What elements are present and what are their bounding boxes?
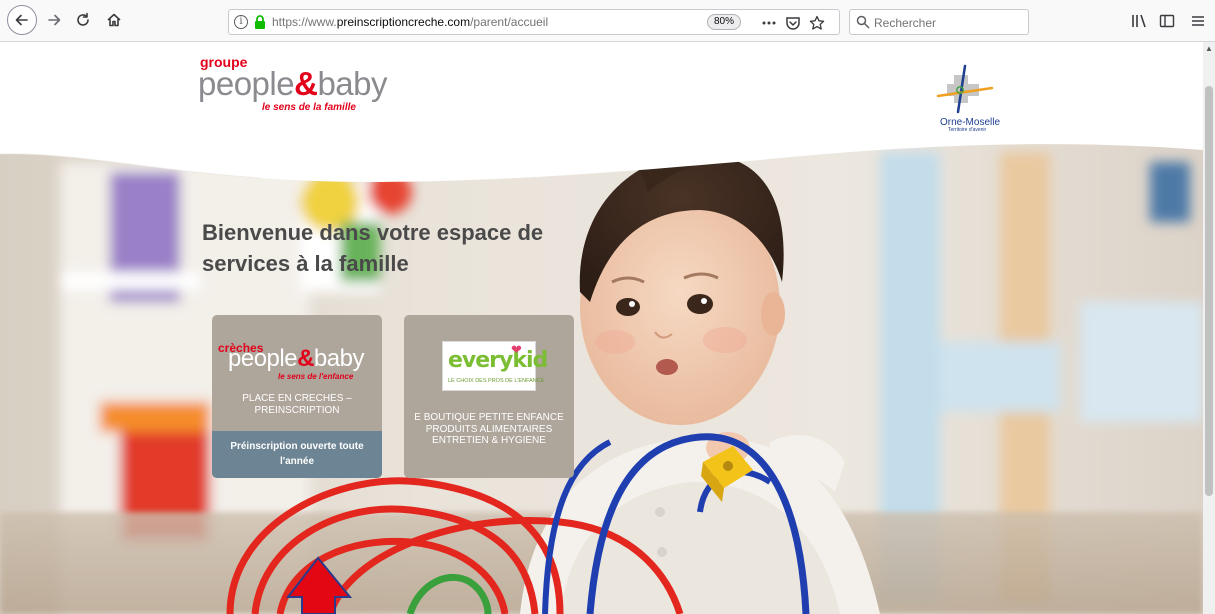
sidebar-button[interactable] xyxy=(1155,9,1179,33)
tile-label: PLACE EN CRECHES – PREINSCRIPTION xyxy=(242,393,352,416)
arrow-right-icon xyxy=(48,14,61,26)
heart-icon: ❤ xyxy=(511,342,522,357)
tile-note: Préinscription ouverte toute l'année xyxy=(212,431,382,478)
scroll-up-arrow-icon[interactable]: ▲ xyxy=(1205,44,1213,53)
everykid-shop-tile[interactable]: everykid ❤ LE CHOIX DES PROS DE L'ENFANC… xyxy=(404,315,574,478)
library-icon xyxy=(1132,14,1146,28)
pocket-icon[interactable] xyxy=(783,13,803,33)
bookmark-star-icon[interactable] xyxy=(807,13,827,33)
reload-icon xyxy=(77,12,89,26)
brand-name: people&baby xyxy=(198,65,388,102)
home-button[interactable] xyxy=(100,5,128,35)
library-button[interactable] xyxy=(1128,9,1152,33)
welcome-heading: Bienvenue dans votre espace de services … xyxy=(202,220,544,276)
back-button[interactable] xyxy=(7,5,37,35)
menu-button[interactable] xyxy=(1186,9,1210,33)
hamburger-menu-icon xyxy=(1192,16,1204,26)
browser-toolbar: i https://www.preinscriptioncreche.com/p… xyxy=(0,0,1215,42)
search-input[interactable] xyxy=(874,14,1024,31)
page-actions-icon[interactable] xyxy=(759,13,779,33)
search-bar[interactable] xyxy=(849,9,1029,35)
brand-tagline: le sens de la famille xyxy=(262,102,356,113)
zoom-level-badge[interactable]: 80% xyxy=(707,14,742,30)
scrollbar-thumb[interactable] xyxy=(1205,86,1213,496)
partner-subtitle: Territoire d'avenir xyxy=(948,127,987,133)
lock-icon[interactable] xyxy=(253,14,267,30)
url-text[interactable]: https://www.preinscriptioncreche.com/par… xyxy=(272,15,548,29)
everykid-logo-subtitle: LE CHOIX DES PROS DE L'ENFANCE xyxy=(448,378,545,384)
page-scrollbar[interactable]: ▲ xyxy=(1203,42,1215,614)
tile-label: E BOUTIQUE PETITE ENFANCE PRODUITS ALIME… xyxy=(414,412,564,446)
tile-logo-name: people&baby xyxy=(228,345,364,372)
home-icon xyxy=(107,13,121,27)
info-icon[interactable]: i xyxy=(234,15,248,29)
reload-button[interactable] xyxy=(70,5,96,35)
orne-moselle-logo[interactable]: Orne-Moselle Territoire d'avenir xyxy=(924,56,1024,136)
search-icon xyxy=(856,15,870,34)
page-viewport: groupe people&baby le sens de la famille… xyxy=(0,42,1203,614)
url-bar[interactable]: i https://www.preinscriptioncreche.com/p… xyxy=(228,9,840,35)
sidebar-icon xyxy=(1159,14,1175,28)
forward-button[interactable] xyxy=(42,5,66,35)
tile-logo-tagline: le sens de l'enfance xyxy=(278,372,354,381)
creche-preinscription-tile[interactable]: crèches people&baby le sens de l'enfance… xyxy=(212,315,382,478)
everykid-logo-text: everykid xyxy=(448,348,548,373)
arrow-left-icon xyxy=(15,14,28,26)
everykid-logo: everykid ❤ LE CHOIX DES PROS DE L'ENFANC… xyxy=(442,341,548,391)
